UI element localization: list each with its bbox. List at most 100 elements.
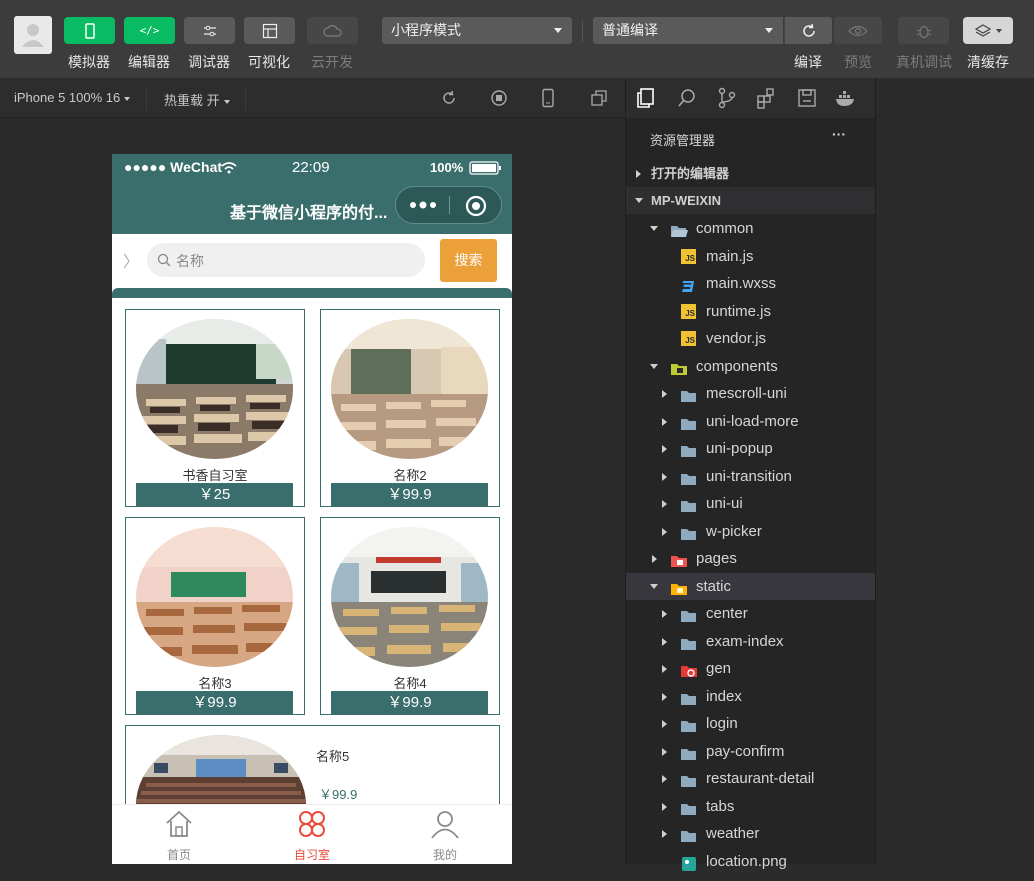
tree-item[interactable]: tabs <box>626 793 875 820</box>
tree-item[interactable]: static <box>626 572 875 600</box>
save-icon[interactable] <box>796 87 818 109</box>
js-file-icon: JS <box>681 303 696 319</box>
tab-study-room[interactable]: 自习室 <box>272 809 352 863</box>
folder-icon <box>680 441 697 457</box>
room-name: 名称4 <box>393 676 427 691</box>
eye-icon <box>848 25 868 36</box>
tab-home[interactable]: 首页 <box>139 809 219 863</box>
chevron-right-icon <box>662 527 667 536</box>
clear-cache-button[interactable] <box>963 17 1013 44</box>
tree-item[interactable]: login <box>626 710 875 737</box>
editor-label: 编辑器 <box>128 54 170 70</box>
tree-item-label: common <box>696 220 754 237</box>
folder-icon <box>680 826 697 842</box>
folder-icon <box>680 524 697 540</box>
js-file-icon: JS <box>681 331 696 346</box>
tree-item-label: gen <box>706 660 732 677</box>
open-editors-section[interactable]: 打开的编辑器 <box>626 160 875 187</box>
room-card[interactable]: 名称4 ￥99.9 <box>320 517 500 715</box>
tree-item[interactable]: common <box>626 215 875 242</box>
chevron-right-icon <box>662 830 667 838</box>
close-mini-program-icon[interactable] <box>464 194 488 218</box>
tree-item[interactable]: JS vendor.js <box>626 325 875 352</box>
real-device-debug-button[interactable] <box>898 17 949 44</box>
chevron-down-icon <box>635 198 643 203</box>
tab-label: 自习室 <box>293 848 330 862</box>
rotate-icon[interactable] <box>440 89 458 107</box>
compile-select[interactable]: 普通编译 <box>593 17 783 44</box>
debug-sliders-icon <box>203 25 216 36</box>
tree-item[interactable]: exam-index <box>626 628 875 655</box>
user-avatar[interactable] <box>14 16 52 54</box>
study-room-icon <box>299 811 325 837</box>
tree-item[interactable]: index <box>626 683 875 710</box>
chevron-down-icon <box>996 28 1002 33</box>
source-control-icon[interactable] <box>716 87 738 109</box>
room-card[interactable]: 名称5 ￥99.9 <box>125 725 500 864</box>
tree-item[interactable]: mescroll-uni <box>626 380 875 407</box>
stop-icon[interactable] <box>490 89 508 107</box>
search-button[interactable]: 搜索 <box>440 239 497 282</box>
simbar-divider <box>146 86 147 110</box>
chevron-right-icon <box>662 692 667 701</box>
tree-item[interactable]: restaurant-detail <box>626 765 875 792</box>
tree-item[interactable]: location.png <box>626 848 875 875</box>
tree-item[interactable]: JS runtime.js <box>626 298 875 325</box>
tree-item[interactable]: uni-load-more <box>626 408 875 435</box>
tree-item-label: w-picker <box>706 522 762 540</box>
explorer-panel: 资源管理器 ··· 打开的编辑器 MP-WEIXIN common JS main.… <box>626 118 875 871</box>
tree-item[interactable]: center <box>626 600 875 627</box>
tree-item[interactable]: weather <box>626 820 875 847</box>
cloud-dev-button[interactable] <box>307 17 358 44</box>
tree-item[interactable]: uni-ui <box>626 490 875 517</box>
tree-item[interactable]: pay-confirm <box>626 738 875 765</box>
debugger-button[interactable] <box>184 17 235 44</box>
compile-button[interactable] <box>784 17 832 44</box>
tree-item[interactable]: components <box>626 353 875 380</box>
visualize-button[interactable] <box>244 17 295 44</box>
components-folder-icon <box>670 359 687 375</box>
preview-button[interactable] <box>834 17 882 44</box>
extensions-icon[interactable] <box>755 87 777 109</box>
chevron-down-icon <box>765 28 773 33</box>
tree-item[interactable]: pages <box>626 545 875 572</box>
phone-status-bar: ●●●●● WeChat 22:09 100% <box>112 154 512 182</box>
code-icon: </> <box>139 24 160 37</box>
more-dots-icon[interactable] <box>409 199 439 211</box>
folder-icon <box>680 716 697 732</box>
docker-icon[interactable] <box>834 87 856 109</box>
toolbar-divider <box>582 20 583 42</box>
device-select[interactable]: iPhone 5 100% 16 <box>14 90 131 105</box>
folder-icon <box>680 606 697 622</box>
tree-item[interactable]: JS main.js <box>626 243 875 270</box>
page-title: 基于微信小程序的付... <box>230 205 388 222</box>
chevron-down-icon <box>650 363 658 369</box>
folder-icon <box>680 771 697 787</box>
more-actions-icon[interactable]: ··· <box>832 126 846 142</box>
room-name: 名称5 <box>316 749 350 764</box>
detach-window-icon[interactable] <box>590 89 608 107</box>
editor-button[interactable]: </> <box>124 17 175 44</box>
search-input[interactable]: 名称 <box>147 243 425 277</box>
tree-item[interactable]: gen <box>626 655 875 682</box>
user-icon <box>22 24 44 47</box>
tree-item-label: weather <box>706 825 760 842</box>
tree-item[interactable]: uni-popup <box>626 435 875 462</box>
hot-reload-select[interactable]: 热重载 开 <box>164 90 230 109</box>
search-icon[interactable] <box>676 87 698 109</box>
chevron-right-icon[interactable]: 〉 <box>123 248 139 272</box>
tree-item-label: main.js <box>706 247 754 265</box>
mode-select[interactable]: 小程序模式 <box>382 17 572 44</box>
chevron-right-icon <box>662 390 667 398</box>
tree-item[interactable]: main.wxss <box>626 270 875 297</box>
files-icon[interactable] <box>635 87 657 109</box>
tree-item[interactable]: uni-transition <box>626 463 875 490</box>
phone-icon[interactable] <box>541 88 555 108</box>
tab-mine[interactable]: 我的 <box>405 809 485 863</box>
room-card[interactable]: 书香自习室 ￥25 <box>125 309 305 507</box>
room-card[interactable]: 名称3 ￥99.9 <box>125 517 305 715</box>
tree-item[interactable]: w-picker <box>626 518 875 545</box>
project-section[interactable]: MP-WEIXIN <box>626 187 875 214</box>
room-card[interactable]: 名称2 ￥99.9 <box>320 309 500 507</box>
simulator-button[interactable] <box>64 17 115 44</box>
